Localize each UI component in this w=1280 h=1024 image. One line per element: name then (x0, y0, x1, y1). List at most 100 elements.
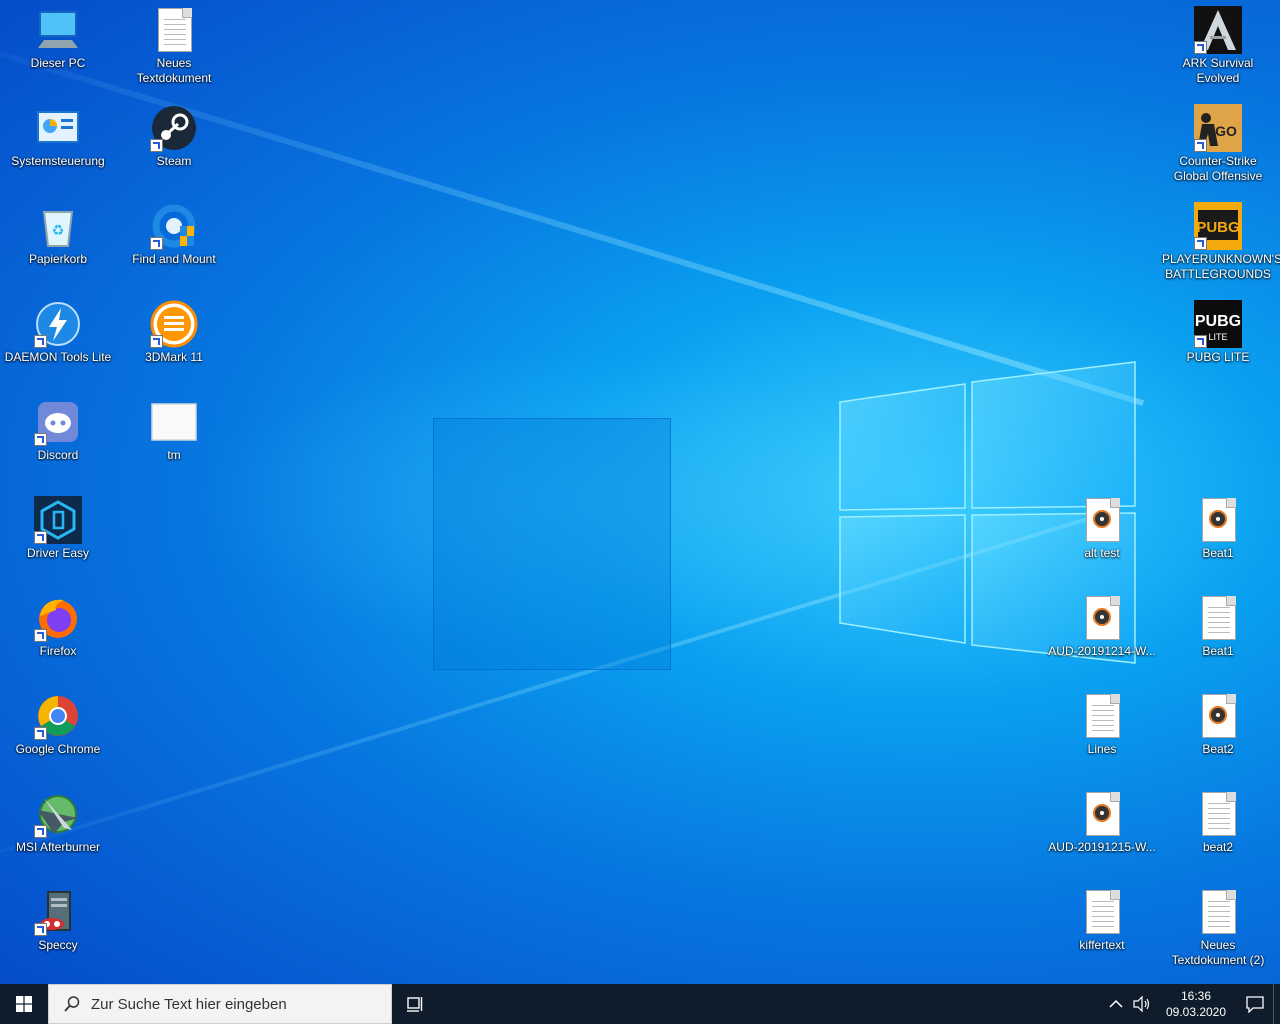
text-document-icon (1194, 594, 1242, 642)
shortcut-arrow-icon (1194, 335, 1207, 348)
recycle-bin-icon: ♻ (34, 202, 82, 250)
show-hidden-icons-button[interactable] (1103, 984, 1129, 1024)
task-view-button[interactable] (400, 984, 432, 1024)
svg-text:PUBG: PUBG (1196, 219, 1239, 236)
desktop-icon-label: Beat1 (1202, 546, 1234, 560)
desktop-icon-label: Speccy (38, 938, 78, 952)
desktop-icon-label: Beat1 (1202, 644, 1234, 658)
desktop-icon[interactable]: alt test (1044, 492, 1160, 561)
desktop-icon[interactable]: Google Chrome (0, 688, 116, 757)
shortcut-arrow-icon (34, 531, 47, 544)
shortcut-arrow-icon (34, 629, 47, 642)
desktop-icon-label: tm (167, 448, 181, 462)
desktop-icon-label: Driver Easy (26, 546, 89, 560)
task-view-icon (407, 997, 423, 1012)
pubg-lite-icon: PUBG LITE (1194, 300, 1242, 348)
svg-text:PUBG: PUBG (1195, 313, 1241, 330)
svg-text:♻: ♻ (52, 222, 65, 238)
desktop[interactable]: Dieser PC Systemsteuerung ♻ Papierkorb DAEMO… (0, 0, 1280, 984)
show-desktop-button[interactable] (1273, 984, 1280, 1024)
audio-file-icon (1078, 790, 1126, 838)
desktop-icon[interactable]: Systemsteuerung (0, 100, 116, 169)
desktop-icon[interactable]: PUBG LITE PUBG LITE (1160, 296, 1276, 365)
desktop-icon[interactable]: GO Counter-Strike Global Offensive (1160, 100, 1276, 184)
find-and-mount-icon (150, 202, 198, 250)
desktop-icon[interactable]: Beat1 (1160, 492, 1276, 561)
text-document-icon (1078, 692, 1126, 740)
desktop-icon[interactable]: Driver Easy (0, 492, 116, 561)
clock[interactable]: 16:36 09.03.2020 (1163, 988, 1229, 1020)
search-input[interactable]: Zur Suche Text hier eingeben (48, 984, 392, 1024)
desktop-icon-label: Steam (156, 154, 192, 168)
speccy-icon (34, 888, 82, 936)
desktop-icon[interactable]: AUD-20191214-W... (1044, 590, 1160, 659)
desktop-icon[interactable]: DAEMON Tools Lite (0, 296, 116, 365)
desktop-icon[interactable]: Speccy (0, 884, 116, 953)
desktop-icon-label: Beat2 (1202, 742, 1234, 756)
chevron-up-icon (1109, 999, 1123, 1008)
audio-file-icon (1078, 594, 1126, 642)
text-document-icon (1194, 790, 1242, 838)
desktop-icon[interactable]: tm (116, 394, 232, 463)
msi-afterburner-icon (34, 790, 82, 838)
desktop-icon-label: alt test (1084, 546, 1120, 560)
action-center-button[interactable] (1237, 984, 1273, 1024)
desktop-icon[interactable]: ARK Survival Evolved (1160, 2, 1276, 86)
desktop-icon[interactable]: MSI Afterburner (0, 786, 116, 855)
audio-file-icon (1194, 692, 1242, 740)
desktop-icon[interactable]: Dieser PC (0, 2, 116, 71)
image-file-icon (150, 398, 198, 446)
desktop-icon-label: Systemsteuerung (11, 154, 105, 168)
control-panel-icon (34, 104, 82, 152)
shortcut-arrow-icon (1194, 237, 1207, 250)
desktop-icon[interactable]: Firefox (0, 590, 116, 659)
desktop-icon-label: DAEMON Tools Lite (4, 350, 112, 364)
desktop-icon-label: beat2 (1202, 840, 1234, 854)
text-document-icon (150, 6, 198, 54)
desktop-icon-label: Papierkorb (28, 252, 88, 266)
svg-text:GO: GO (1215, 123, 1237, 139)
desktop-icon-label: kiffertext (1079, 938, 1125, 952)
desktop-icon-label: Neues Textdokument (136, 56, 212, 85)
desktop-icon[interactable]: Neues Textdokument (116, 2, 232, 86)
volume-button[interactable] (1129, 984, 1155, 1024)
desktop-icon[interactable]: PUBG PLAYERUNKNOWN'S BATTLEGROUNDS (1160, 198, 1280, 282)
shortcut-arrow-icon (1194, 41, 1207, 54)
desktop-icon-label: ARK Survival Evolved (1182, 56, 1254, 85)
desktop-icon-label: PLAYERUNKNOWN'S BATTLEGROUNDS (1162, 252, 1280, 281)
shortcut-arrow-icon (34, 825, 47, 838)
desktop-icon[interactable]: Discord (0, 394, 116, 463)
clock-date: 09.03.2020 (1165, 1005, 1227, 1019)
shortcut-arrow-icon (34, 727, 47, 740)
desktop-icon-label: Discord (37, 448, 79, 462)
search-placeholder: Zur Suche Text hier eingeben (91, 995, 287, 1013)
text-document-icon (1078, 888, 1126, 936)
desktop-icon[interactable]: Beat1 (1160, 590, 1276, 659)
desktop-icon-label: PUBG LITE (1186, 350, 1250, 364)
desktop-icon-label: Firefox (39, 644, 77, 658)
audio-file-icon (1078, 496, 1126, 544)
start-button[interactable] (0, 984, 48, 1024)
desktop-icon[interactable]: Beat2 (1160, 688, 1276, 757)
daemon-tools-icon (34, 300, 82, 348)
shortcut-arrow-icon (1194, 139, 1207, 152)
3dmark-icon (150, 300, 198, 348)
desktop-icon[interactable]: 3DMark 11 (116, 296, 232, 365)
desktop-icon[interactable]: Neues Textdokument (2) (1160, 884, 1276, 968)
shortcut-arrow-icon (34, 433, 47, 446)
desktop-icon[interactable]: Find and Mount (116, 198, 232, 267)
desktop-icon[interactable]: beat2 (1160, 786, 1276, 855)
desktop-icon[interactable]: Lines (1044, 688, 1160, 757)
audio-file-icon (1194, 496, 1242, 544)
csgo-icon: GO (1194, 104, 1242, 152)
desktop-icon[interactable]: AUD-20191215-W... (1044, 786, 1160, 855)
desktop-icon[interactable]: ♻ Papierkorb (0, 198, 116, 267)
desktop-icon-label: MSI Afterburner (15, 840, 101, 854)
desktop-icon[interactable]: Steam (116, 100, 232, 169)
shortcut-arrow-icon (34, 335, 47, 348)
desktop-icon-label: AUD-20191215-W... (1048, 840, 1156, 854)
desktop-icon-label: AUD-20191214-W... (1048, 644, 1156, 658)
taskbar: Zur Suche Text hier eingeben 16:36 09.03… (0, 984, 1280, 1024)
desktop-icon[interactable]: kiffertext (1044, 884, 1160, 953)
shortcut-arrow-icon (150, 139, 163, 152)
